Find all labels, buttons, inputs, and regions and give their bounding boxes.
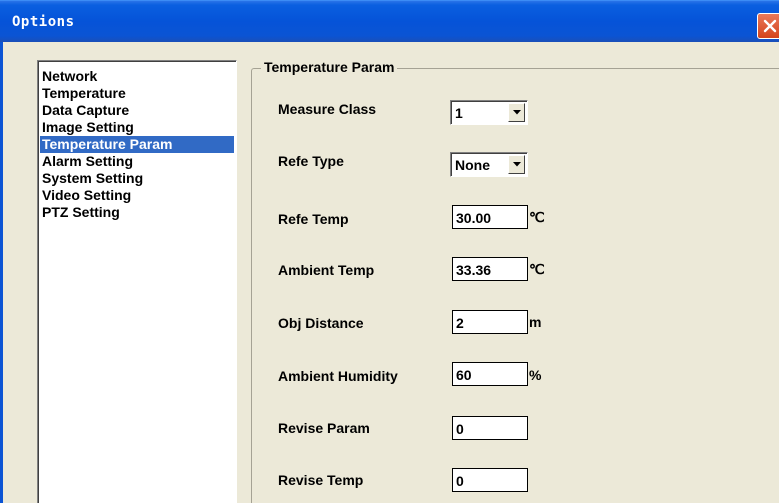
chevron-down-icon: [513, 110, 521, 115]
measure-class-value: 1: [455, 105, 463, 121]
measure-class-label: Measure Class: [278, 101, 377, 117]
list-item-temperature[interactable]: Temperature: [40, 85, 236, 102]
ambient-temp-label: Ambient Temp: [278, 262, 375, 278]
revise-param-label: Revise Param: [278, 420, 370, 436]
list-item-image-setting[interactable]: Image Setting: [40, 119, 236, 136]
list-item-temperature-param[interactable]: Temperature Param: [40, 136, 234, 153]
measure-class-select[interactable]: 1: [450, 100, 528, 125]
revise-temp-input[interactable]: [456, 472, 524, 490]
refe-temp-input[interactable]: [456, 209, 524, 227]
list-item-alarm-setting[interactable]: Alarm Setting: [40, 153, 236, 170]
list-item-system-setting[interactable]: System Setting: [40, 170, 236, 187]
revise-temp-field[interactable]: [452, 468, 528, 492]
list-item-network[interactable]: Network: [40, 68, 236, 85]
refe-type-select[interactable]: None: [450, 152, 528, 177]
refe-temp-field[interactable]: [452, 205, 528, 229]
list-item-ptz-setting[interactable]: PTZ Setting: [40, 204, 236, 221]
ambient-humidity-label: Ambient Humidity: [278, 368, 398, 384]
obj-distance-label: Obj Distance: [278, 315, 364, 331]
group-title: Temperature Param: [261, 58, 398, 76]
refe-temp-label: Refe Temp: [278, 211, 349, 227]
obj-distance-field[interactable]: [452, 310, 528, 334]
revise-temp-label: Revise Temp: [278, 472, 364, 488]
ambient-temp-unit: ℃: [529, 261, 545, 277]
obj-distance-input[interactable]: [456, 314, 524, 332]
ambient-humidity-input[interactable]: [456, 366, 524, 384]
refe-temp-unit: ℃: [529, 209, 545, 225]
options-category-list[interactable]: Network Temperature Data Capture Image S…: [37, 60, 237, 503]
refe-type-dropdown-button[interactable]: [508, 155, 525, 174]
obj-distance-unit: m: [529, 314, 542, 330]
close-icon: [763, 19, 777, 33]
ambient-humidity-unit: %: [529, 367, 542, 383]
refe-type-value: None: [455, 157, 490, 173]
close-button[interactable]: [757, 13, 779, 39]
measure-class-dropdown-button[interactable]: [508, 103, 525, 122]
list-item-video-setting[interactable]: Video Setting: [40, 187, 236, 204]
revise-param-field[interactable]: [452, 416, 528, 440]
ambient-temp-input[interactable]: [456, 261, 524, 279]
refe-type-label: Refe Type: [278, 153, 344, 169]
ambient-temp-field[interactable]: [452, 257, 528, 281]
title-bar[interactable]: Options: [0, 0, 779, 42]
window-title: Options: [12, 14, 75, 30]
revise-param-input[interactable]: [456, 420, 524, 438]
chevron-down-icon: [513, 162, 521, 167]
list-item-data-capture[interactable]: Data Capture: [40, 102, 236, 119]
ambient-humidity-field[interactable]: [452, 362, 528, 386]
